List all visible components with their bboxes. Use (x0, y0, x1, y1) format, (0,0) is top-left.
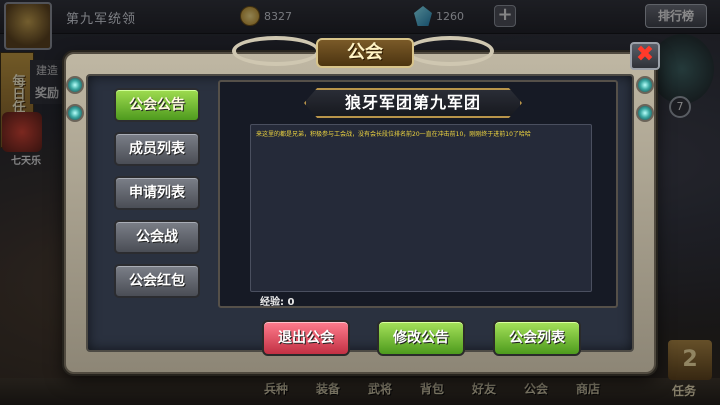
scroll-curl-left-icon (232, 36, 320, 66)
edit-announcement-button[interactable]: 修改公告 (377, 320, 465, 356)
guild-exp: 经验: 0 (260, 297, 295, 308)
corner-gem-icon (636, 104, 654, 122)
corner-gem-icon (66, 104, 84, 122)
guild-name: 狼牙军团第九军团 (304, 88, 522, 118)
announcement-box (250, 124, 592, 292)
menu-application-list[interactable]: 申请列表 (114, 176, 200, 210)
menu-guild-announcement[interactable]: 公会公告 (114, 88, 200, 122)
close-button[interactable]: ✖ (630, 42, 660, 70)
menu-guild-red-packet[interactable]: 公会红包 (114, 264, 200, 298)
corner-gem-icon (636, 76, 654, 94)
dialog-title: 公会 (316, 38, 414, 68)
menu-member-list[interactable]: 成员列表 (114, 132, 200, 166)
menu-guild-war[interactable]: 公会战 (114, 220, 200, 254)
corner-gem-icon (66, 76, 84, 94)
guild-side-menu: 公会公告 成员列表 申请列表 公会战 公会红包 (114, 88, 202, 308)
announcement-text: 来这里的都是兄弟，积极参与工会战，没有会长段位排名前20一直在冲击前10，刚刚终… (256, 131, 531, 138)
scroll-curl-right-icon (406, 36, 494, 66)
guild-list-button[interactable]: 公会列表 (493, 320, 581, 356)
leave-guild-button[interactable]: 退出公会 (262, 320, 350, 356)
